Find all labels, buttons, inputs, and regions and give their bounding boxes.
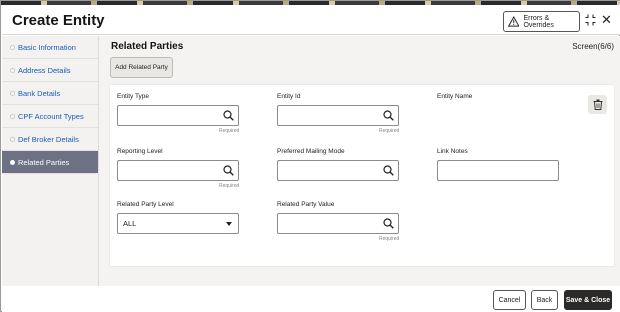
- search-icon[interactable]: [223, 165, 234, 176]
- warning-icon: [508, 16, 520, 27]
- step-dot-icon: [10, 90, 15, 96]
- entity-id-input[interactable]: [277, 105, 399, 126]
- entity-type-required: Required: [219, 128, 240, 134]
- entity-name-label: Entity Name: [437, 93, 473, 100]
- main-content: Related Parties Screen(6/6) Add Related …: [99, 36, 620, 286]
- sidebar-item-label: Def Broker Details: [18, 134, 79, 144]
- related-party-level-select[interactable]: ALL: [117, 213, 239, 234]
- step-dot-icon: [10, 136, 15, 142]
- sidebar-item-label: Bank Details: [18, 88, 61, 98]
- entity-id-required: Required: [379, 128, 400, 134]
- related-party-value-label: Related Party Value: [277, 201, 335, 208]
- trash-icon: [593, 99, 602, 110]
- entity-type-label: Entity Type: [117, 93, 150, 100]
- save-close-button[interactable]: Save & Close: [564, 290, 612, 310]
- step-dot-icon: [10, 113, 15, 119]
- link-notes-label: Link Notes: [437, 148, 468, 155]
- link-notes-input[interactable]: [437, 160, 559, 181]
- sidebar-item-label: Basic Information: [18, 42, 76, 52]
- preferred-mailing-mode-input[interactable]: [277, 160, 399, 181]
- preferred-mailing-mode-label: Preferred Mailing Mode: [277, 148, 345, 155]
- window: Create Entity Errors & Overrides ✕ Basic…: [0, 0, 620, 312]
- related-party-value-input[interactable]: [277, 213, 399, 234]
- related-party-value-required: Required: [379, 236, 400, 242]
- errors-overrides-button[interactable]: Errors & Overrides: [503, 11, 580, 32]
- related-party-card: Entity Type Required Entity Id Required …: [109, 84, 615, 267]
- errors-overrides-label: Errors & Overrides: [523, 14, 554, 29]
- reporting-level-label: Reporting Level: [117, 148, 163, 155]
- step-dot-icon: [10, 44, 15, 50]
- related-party-level-value: ALL: [123, 219, 137, 228]
- step-dot-icon: [10, 67, 15, 73]
- sidebar-item-def-broker-details[interactable]: Def Broker Details: [2, 128, 98, 151]
- add-related-party-button[interactable]: Add Related Party: [110, 57, 173, 78]
- section-title: Related Parties: [111, 41, 184, 52]
- entity-type-input[interactable]: [117, 105, 239, 126]
- reporting-level-input[interactable]: [117, 160, 239, 181]
- sidebar-item-label: Related Parties: [18, 157, 70, 167]
- screen-counter: Screen(6/6): [572, 42, 614, 51]
- entity-id-label: Entity Id: [277, 93, 301, 100]
- delete-button[interactable]: [588, 95, 607, 114]
- footer-bar: Cancel Back Save & Close: [2, 286, 620, 312]
- sidebar-item-label: Address Details: [18, 65, 71, 75]
- close-icon[interactable]: ✕: [601, 13, 612, 26]
- sidebar-item-bank-details[interactable]: Bank Details: [2, 82, 98, 105]
- sidebar: Basic Information Address Details Bank D…: [2, 36, 99, 286]
- search-icon[interactable]: [383, 165, 394, 176]
- back-button[interactable]: Back: [531, 290, 558, 310]
- search-icon[interactable]: [223, 110, 234, 121]
- reporting-level-required: Required: [219, 183, 240, 189]
- step-dot-icon: [10, 159, 15, 165]
- search-icon[interactable]: [383, 110, 394, 121]
- sidebar-item-cpf-account-types[interactable]: CPF Account Types: [2, 105, 98, 128]
- expand-icon[interactable]: [585, 14, 596, 26]
- related-party-level-label: Related Party Level: [117, 201, 174, 208]
- caret-down-icon: [226, 222, 232, 226]
- cancel-button[interactable]: Cancel: [493, 290, 526, 310]
- search-icon[interactable]: [383, 218, 394, 229]
- header-bar: Create Entity Errors & Overrides ✕: [2, 5, 620, 35]
- sidebar-item-address-details[interactable]: Address Details: [2, 59, 98, 82]
- sidebar-item-related-parties[interactable]: Related Parties: [2, 151, 98, 174]
- sidebar-item-label: CPF Account Types: [18, 111, 84, 121]
- page-title: Create Entity: [12, 12, 105, 29]
- sidebar-item-basic-information[interactable]: Basic Information: [2, 36, 98, 59]
